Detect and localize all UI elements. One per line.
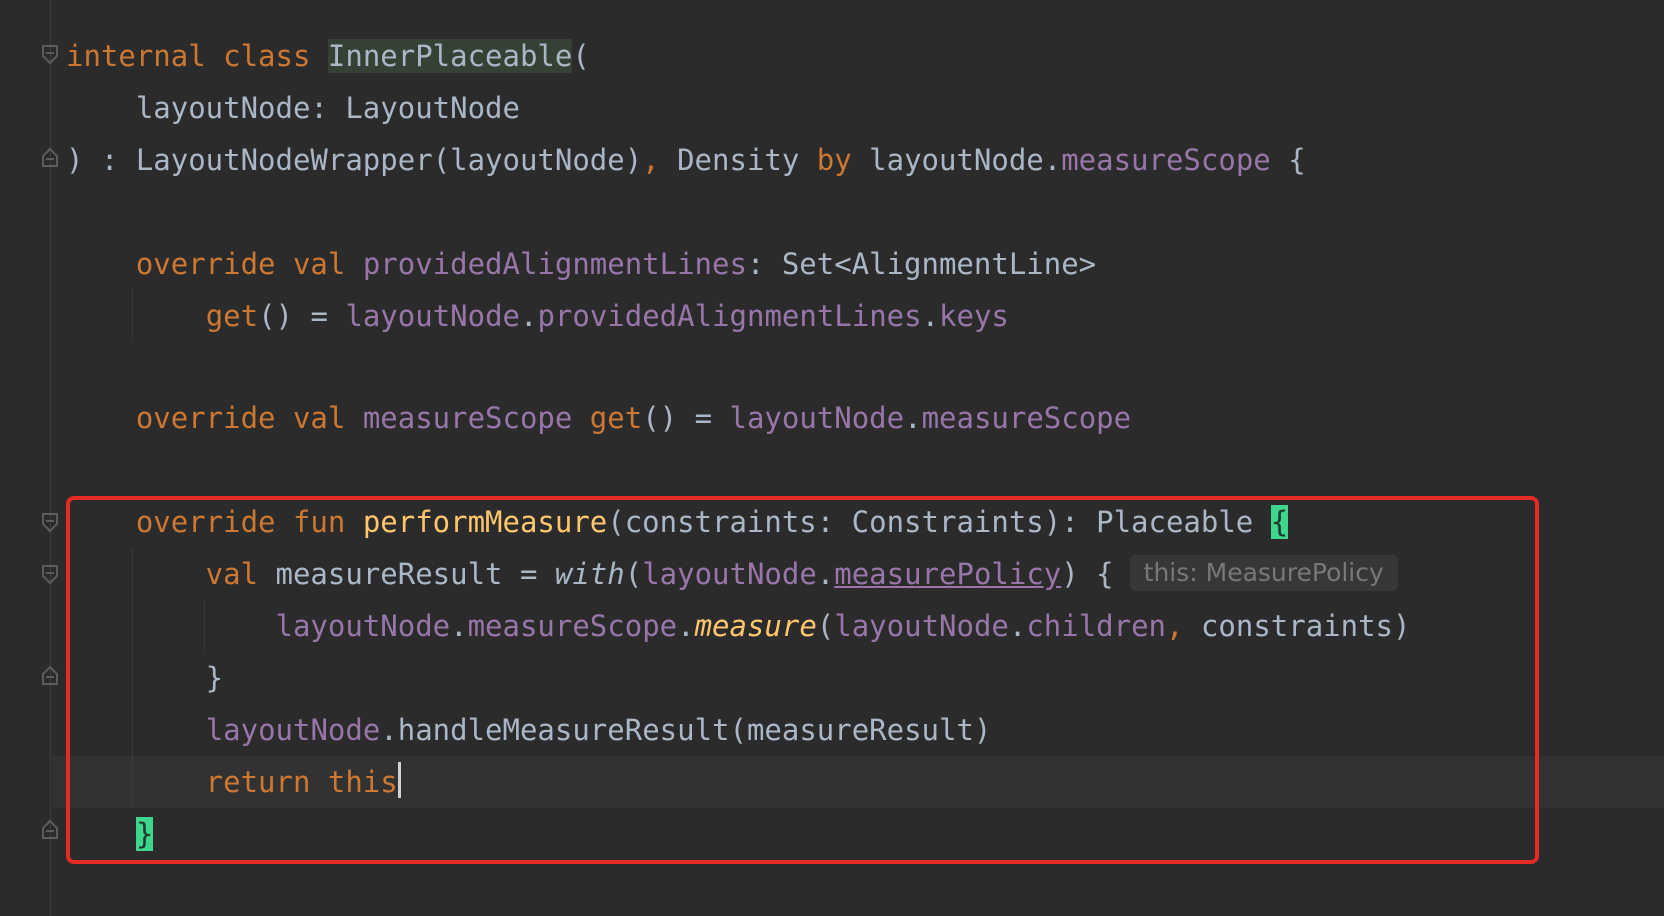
property: measureScope: [921, 401, 1132, 435]
code-text: {: [1270, 143, 1306, 177]
keyword: internal class: [66, 39, 328, 73]
code-line-8[interactable]: override val measureScope get() = layout…: [66, 392, 1131, 444]
gutter-divider: [50, 0, 51, 916]
fold-end-icon[interactable]: [40, 664, 60, 686]
code-line-2[interactable]: layoutNode: LayoutNode: [66, 82, 520, 134]
property: measureScope: [1061, 143, 1271, 177]
keyword: get: [205, 299, 259, 333]
code-line-3[interactable]: ) : LayoutNodeWrapper(layoutNode), Densi…: [66, 134, 1306, 186]
property: layoutNode: [729, 401, 905, 435]
code-text: layoutNode.: [851, 143, 1062, 177]
punctuation: .: [921, 299, 940, 333]
code-text: layoutNode: LayoutNode: [66, 91, 520, 125]
code-line-5[interactable]: override val providedAlignmentLines: Set…: [66, 238, 1096, 290]
code-editor[interactable]: internal class InnerPlaceable( layoutNod…: [0, 0, 1664, 916]
highlight-annotation-box: [66, 496, 1539, 864]
property: measureScope: [362, 401, 573, 435]
code-text: Density: [659, 143, 817, 177]
fold-end-icon[interactable]: [40, 146, 60, 168]
punctuation: (: [572, 39, 590, 73]
keyword: get: [589, 401, 643, 435]
keyword: by: [816, 143, 852, 177]
fold-end-icon[interactable]: [40, 818, 60, 840]
punctuation: .: [904, 401, 922, 435]
property: providedAlignmentLines: [362, 247, 747, 281]
punctuation: ,: [642, 143, 660, 177]
property: keys: [939, 299, 1009, 333]
code-text: ) : LayoutNodeWrapper(layoutNode): [66, 143, 643, 177]
code-text: : Set<AlignmentLine>: [746, 247, 1097, 281]
property: layoutNode: [345, 299, 520, 333]
fold-collapse-icon[interactable]: [40, 564, 60, 586]
punctuation: .: [520, 299, 538, 333]
code-line-1[interactable]: internal class InnerPlaceable(: [66, 30, 590, 82]
code-text: () =: [642, 401, 730, 435]
code-line-6[interactable]: get() = layoutNode.providedAlignmentLine…: [66, 290, 1009, 342]
code-text: () =: [258, 299, 346, 333]
fold-collapse-icon[interactable]: [40, 512, 60, 534]
keyword: override val: [66, 401, 363, 435]
property: providedAlignmentLines: [537, 299, 922, 333]
fold-collapse-icon[interactable]: [40, 44, 60, 66]
class-name: InnerPlaceable: [327, 39, 573, 73]
keyword: override val: [66, 247, 363, 281]
